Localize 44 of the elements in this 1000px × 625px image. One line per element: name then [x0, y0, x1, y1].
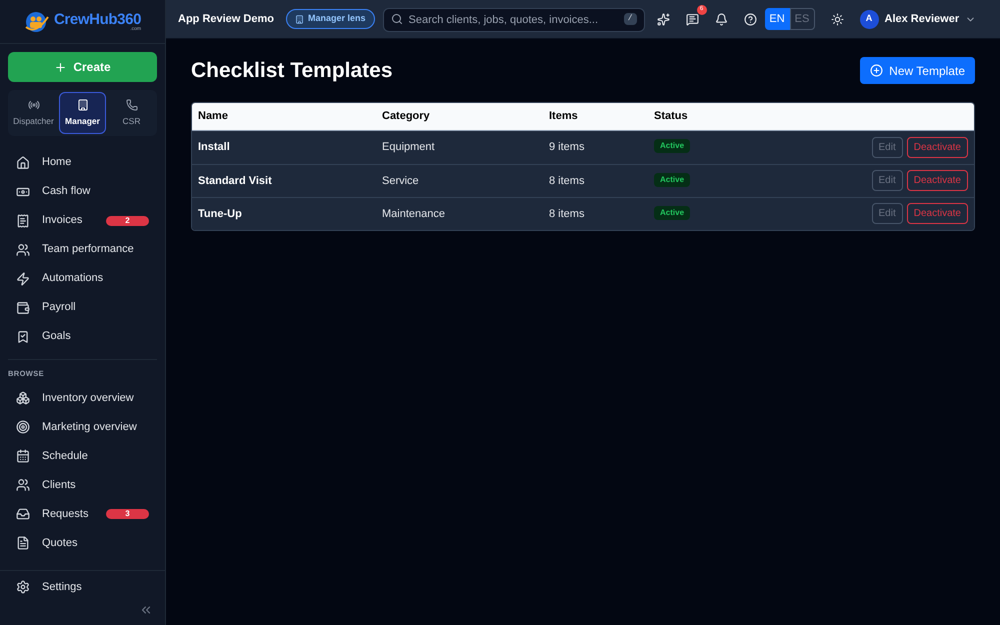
- table-cell-text: Standard Visit: [198, 174, 273, 188]
- nav-item[interactable]: Home: [0, 148, 165, 177]
- table-cell-text: 8 items: [549, 206, 586, 222]
- table-cell-text: Equipment: [382, 140, 436, 154]
- new-template-button[interactable]: New Template: [860, 57, 975, 84]
- table-cell-text: Tune-Up: [198, 206, 243, 222]
- language-toggle[interactable]: EN: [764, 8, 790, 30]
- nav-item[interactable]: Schedule: [0, 441, 165, 470]
- table-cell-text: Service: [382, 174, 420, 188]
- nav-item[interactable]: Requests 3: [0, 499, 165, 528]
- nav-item[interactable]: Invoices 2: [0, 206, 165, 235]
- nav-item[interactable]: Automations: [0, 264, 165, 293]
- nav-item[interactable]: Payroll: [0, 293, 165, 322]
- column-header: Name: [198, 108, 229, 124]
- nav-item[interactable]: Clients: [0, 470, 165, 500]
- count-badge: 2: [106, 216, 149, 226]
- role-tab[interactable]: CSR: [108, 92, 155, 134]
- nav-item[interactable]: Cash flow: [0, 177, 165, 206]
- nav-item[interactable]: Team performance: [0, 235, 165, 264]
- status-badge: Active: [654, 172, 690, 186]
- table-cell-text: 9 items: [549, 140, 586, 154]
- nav-item[interactable]: Settings: [0, 571, 165, 603]
- nav-item[interactable]: Inventory overview: [0, 383, 165, 412]
- workspace-name: App Review Demo: [178, 12, 274, 27]
- table-cell-text: Install: [198, 140, 231, 154]
- page-title: Checklist Templates: [191, 58, 393, 84]
- avatar[interactable]: A: [860, 10, 878, 28]
- column-header: Category: [382, 108, 431, 124]
- shortcut-key: /: [624, 13, 636, 25]
- column-header: Status: [654, 108, 689, 124]
- status-badge: Active: [654, 206, 690, 220]
- lens-badge[interactable]: Manager lens: [286, 9, 374, 29]
- nav-item[interactable]: Quotes: [0, 528, 165, 558]
- table-cell-text: Maintenance: [382, 206, 446, 222]
- column-header: Items: [549, 108, 579, 124]
- table-cell-text: 8 items: [549, 174, 586, 188]
- logo-text: CrewHub360: [54, 12, 142, 26]
- user-name[interactable]: Alex Reviewer: [884, 10, 960, 28]
- count-badge: 3: [106, 508, 149, 519]
- status-badge: Active: [654, 138, 690, 152]
- nav-item[interactable]: Goals: [0, 322, 165, 351]
- role-tab[interactable]: Manager: [59, 92, 106, 134]
- nav-item[interactable]: Marketing overview: [0, 412, 165, 442]
- role-tab[interactable]: Dispatcher: [10, 92, 57, 134]
